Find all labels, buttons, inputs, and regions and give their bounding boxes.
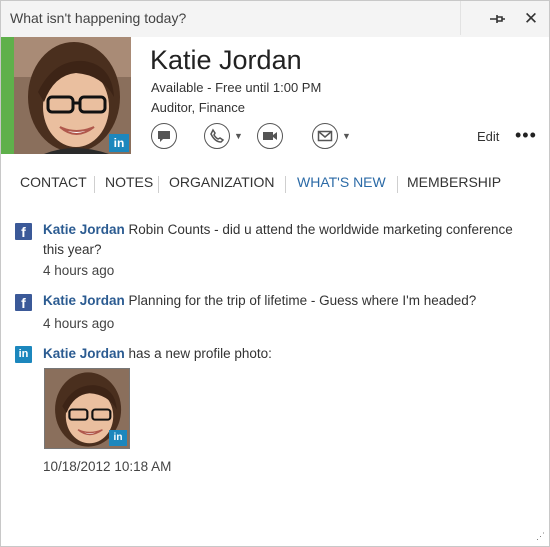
feed-item-text: Katie Jordan Robin Counts - did u attend… (43, 220, 513, 260)
status-input[interactable]: What isn't happening today? (1, 1, 461, 35)
tab-divider (94, 176, 95, 193)
email-icon (317, 130, 333, 142)
tab-notes[interactable]: NOTES (105, 174, 153, 190)
feed-author-link[interactable]: Katie Jordan (43, 222, 125, 237)
call-options-chevron-icon[interactable]: ▼ (234, 131, 243, 141)
feed-author-link[interactable]: Katie Jordan (43, 346, 125, 361)
feed-timestamp: 4 hours ago (43, 263, 115, 278)
feed-author-link[interactable]: Katie Jordan (43, 293, 125, 308)
chat-icon (158, 131, 170, 142)
feed-item-text: Katie Jordan has a new profile photo: (43, 344, 513, 364)
pin-icon (490, 15, 505, 23)
new-profile-photo-thumbnail[interactable]: in (44, 368, 130, 449)
linkedin-badge-icon: in (109, 134, 129, 152)
resize-grip-icon[interactable]: ⋰ (536, 531, 545, 542)
tab-organization[interactable]: ORGANIZATION (169, 174, 275, 190)
tab-divider (285, 176, 286, 193)
facebook-icon: f (15, 223, 32, 240)
photo-timestamp: 10/18/2012 10:18 AM (43, 459, 172, 474)
tab-divider (158, 176, 159, 193)
tab-whats-new[interactable]: WHAT'S NEW (297, 174, 386, 190)
facebook-icon: f (15, 294, 32, 311)
feed-message: Planning for the trip of lifetime - Gues… (128, 293, 477, 308)
im-button[interactable] (151, 123, 177, 149)
email-options-chevron-icon[interactable]: ▼ (342, 131, 351, 141)
contact-card-window: What isn't happening today? ✕ in Katie J… (0, 0, 550, 547)
linkedin-icon: in (15, 346, 32, 363)
edit-button[interactable]: Edit (477, 129, 499, 144)
feed-timestamp: 4 hours ago (43, 316, 115, 331)
title-bar: What isn't happening today? ✕ (1, 1, 549, 37)
feed-message: has a new profile photo: (128, 346, 272, 361)
more-options-button[interactable]: ••• (515, 125, 537, 146)
presence-bar (1, 37, 14, 154)
email-button[interactable] (312, 123, 338, 149)
call-button[interactable] (204, 123, 230, 149)
pin-button[interactable] (487, 9, 507, 29)
feed-item-text: Katie Jordan Planning for the trip of li… (43, 291, 513, 311)
profile-photo[interactable]: in (14, 37, 131, 154)
job-title: Auditor, Finance (151, 100, 245, 115)
phone-icon (210, 128, 225, 143)
tab-membership[interactable]: MEMBERSHIP (407, 174, 501, 190)
linkedin-badge-icon: in (109, 430, 127, 446)
tab-contact[interactable]: CONTACT (20, 174, 87, 190)
close-button[interactable]: ✕ (521, 9, 541, 29)
tab-divider (397, 176, 398, 193)
video-button[interactable] (257, 123, 283, 149)
availability-status: Available - Free until 1:00 PM (151, 80, 322, 95)
contact-name: Katie Jordan (150, 45, 302, 75)
video-icon (263, 132, 277, 140)
